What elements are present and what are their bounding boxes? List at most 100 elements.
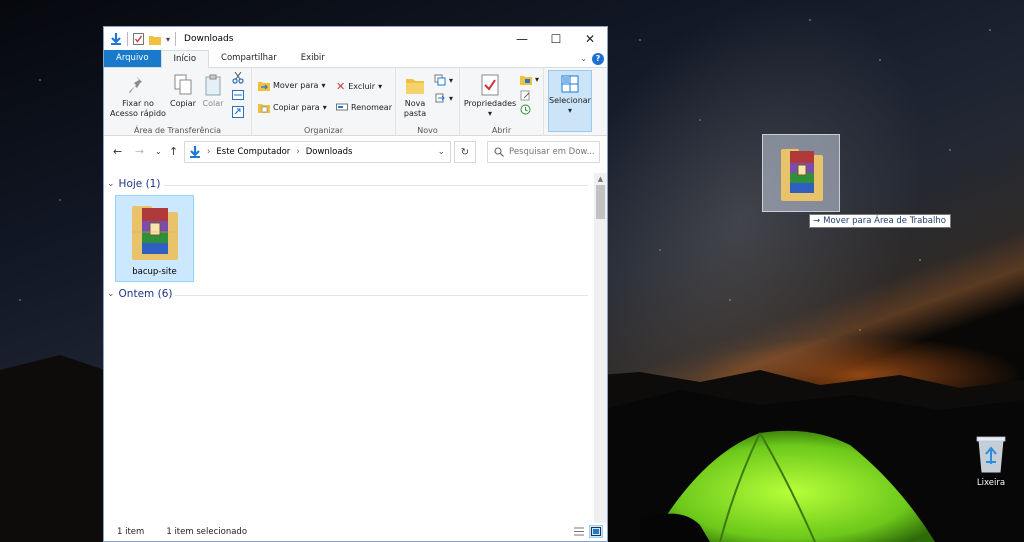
address-bar[interactable]: › Este Computador › Downloads ⌄ (184, 141, 451, 163)
wallpaper-tent (640, 430, 935, 542)
search-box[interactable] (487, 141, 600, 163)
item-count: 1 item (117, 526, 145, 537)
copy-button[interactable]: Copiar (168, 74, 198, 109)
select-button[interactable]: Selecionar ▾ (548, 70, 592, 132)
drag-preview (762, 134, 840, 212)
new-folder-label-2: pasta (403, 109, 427, 118)
clipboard-group: Fixar no Acesso rápido Copiar Colar Área… (104, 68, 252, 136)
group-header-label: Ontem (6) (118, 288, 173, 300)
scroll-thumb[interactable] (596, 185, 605, 219)
details-view-icon (574, 527, 584, 536)
customize-toolbar-icon[interactable]: ▾ (166, 35, 170, 44)
open-group-label: Abrir (491, 126, 512, 135)
up-arrow-icon[interactable]: ↑ (169, 145, 178, 158)
open-button[interactable]: ▾ (520, 74, 539, 85)
new-folder-button[interactable]: Nova pasta (398, 74, 432, 119)
new-folder-label: Nova (404, 99, 426, 108)
delete-button[interactable]: ✕ Excluir ▾ (336, 80, 382, 93)
breadcrumb-downloads[interactable]: Downloads (306, 147, 353, 157)
cut-icon[interactable] (232, 72, 244, 84)
new-item-icon (434, 74, 446, 86)
scroll-up-icon[interactable]: ▲ (594, 173, 607, 185)
divider (127, 32, 128, 46)
title-bar[interactable]: ▾ Downloads — ☐ ✕ (104, 27, 607, 51)
copy-path-icon[interactable] (232, 90, 244, 100)
help-icon[interactable]: ? (592, 53, 604, 65)
arrow-right-icon: → (813, 216, 821, 226)
search-input[interactable] (509, 147, 595, 157)
edit-icon (520, 90, 530, 101)
chevron-down-icon[interactable]: ⌄ (580, 54, 587, 63)
tab-exibir[interactable]: Exibir (289, 50, 337, 67)
easy-access-icon (435, 93, 445, 103)
recycle-bin[interactable]: Lixeira (968, 434, 1014, 488)
move-to-label: Mover para (273, 81, 319, 90)
details-view-button[interactable] (572, 525, 586, 538)
ribbon: Fixar no Acesso rápido Copiar Colar Área… (104, 68, 607, 136)
vertical-scrollbar[interactable]: ▲ (594, 173, 607, 523)
move-to-button[interactable]: Mover para ▾ (258, 80, 325, 91)
history-button[interactable] (520, 104, 531, 115)
recent-locations-icon[interactable]: ⌄ (155, 147, 162, 156)
chevron-down-icon: ▾ (567, 106, 572, 115)
properties-check-icon[interactable] (133, 33, 144, 45)
copy-to-icon (258, 104, 270, 113)
open-folder-icon (520, 76, 532, 85)
group-header-today[interactable]: ⌄ Hoje (1) (107, 178, 160, 190)
properties-button[interactable]: Propriedades ▾ (462, 74, 518, 119)
forward-arrow-icon[interactable]: → (135, 145, 144, 158)
back-arrow-icon[interactable]: ← (113, 145, 122, 158)
file-explorer-window[interactable]: ▾ Downloads — ☐ ✕ Arquivo Início Compart… (103, 26, 608, 542)
large-icons-view-button[interactable] (589, 525, 603, 538)
chevron-down-icon: ⌄ (107, 179, 115, 189)
select-label: Selecionar (549, 96, 591, 105)
minimize-button[interactable]: — (505, 27, 539, 51)
group-header-yesterday[interactable]: ⌄ Ontem (6) (107, 288, 172, 300)
tab-compartilhar[interactable]: Compartilhar (209, 50, 289, 67)
chevron-down-icon: ▾ (378, 82, 383, 91)
refresh-button[interactable]: ↻ (454, 141, 476, 163)
chevron-down-icon[interactable]: ⌄ (437, 147, 445, 157)
download-arrow-icon (190, 146, 200, 158)
copy-to-label: Copiar para (273, 103, 320, 112)
chevron-down-icon: ▾ (487, 109, 492, 118)
close-button[interactable]: ✕ (573, 27, 607, 51)
pin-quick-access-button[interactable]: Fixar no Acesso rápido (108, 74, 168, 119)
pin-icon (129, 76, 142, 93)
pin-label: Fixar no (122, 99, 154, 108)
new-item-button[interactable]: ▾ (434, 74, 453, 86)
new-group: Nova pasta ▾ ▾ Novo (396, 68, 460, 136)
history-icon (520, 104, 531, 115)
tab-arquivo[interactable]: Arquivo (104, 50, 161, 67)
winrar-archive-icon (132, 206, 178, 260)
file-list[interactable]: ⌄ Hoje (1) bacup-site ⌄ Ontem (6) (104, 173, 596, 523)
download-arrow-icon[interactable] (110, 33, 122, 45)
new-folder-icon (406, 79, 424, 94)
breadcrumb-separator-icon: › (296, 147, 300, 157)
easy-access-button[interactable]: ▾ (434, 92, 453, 104)
chevron-down-icon: ▾ (535, 75, 540, 84)
paste-label: Colar (202, 99, 224, 108)
rename-label: Renomear (351, 102, 392, 112)
refresh-icon: ↻ (460, 146, 470, 158)
clipboard-group-label: Área de Transferência (133, 126, 221, 135)
properties-label: Propriedades (463, 99, 517, 108)
edit-button[interactable] (520, 90, 531, 101)
divider (174, 295, 588, 296)
maximize-button[interactable]: ☐ (539, 27, 573, 51)
copy-to-button[interactable]: Copiar para ▾ (258, 102, 327, 113)
breadcrumb-este-computador[interactable]: Este Computador (216, 147, 290, 157)
list-item[interactable]: bacup-site (115, 195, 194, 282)
paste-button[interactable]: Colar (200, 74, 226, 109)
navigation-bar: ← → ⌄ ↑ › Este Computador › Downloads ⌄ … (104, 136, 607, 168)
select-grid-icon (561, 75, 579, 93)
new-group-label: Novo (417, 126, 438, 135)
rename-button[interactable]: Renomear (336, 102, 392, 112)
paste-shortcut-icon[interactable] (232, 106, 244, 118)
window-title: Downloads (184, 34, 234, 44)
selection-count: 1 item selecionado (166, 526, 248, 537)
new-folder-icon[interactable] (149, 34, 161, 45)
organize-group-label: Organizar (303, 126, 344, 135)
tab-inicio[interactable]: Início (160, 50, 210, 68)
chevron-down-icon: ▾ (449, 75, 454, 85)
